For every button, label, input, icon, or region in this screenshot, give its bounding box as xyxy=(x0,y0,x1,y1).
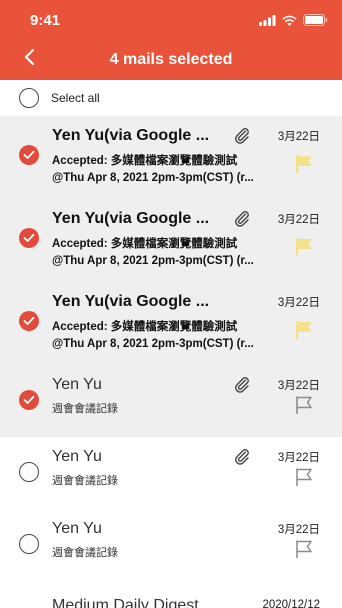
mail-item[interactable]: Yen Yu 3月22日 週會會議記錄 xyxy=(0,365,342,437)
mail-date: 3月22日 xyxy=(277,131,320,143)
mail-subject: Accepted: 多媒體檔案瀏覽體驗測試 xyxy=(52,155,238,167)
mail-item[interactable]: Yen Yu(via Google ... 3月22日 Accepted: 多媒… xyxy=(0,282,342,365)
mail-subject: Accepted: 多媒體檔案瀏覽體驗測試 xyxy=(52,321,238,333)
mail-item[interactable]: Yen Yu 3月22日 週會會議記錄 xyxy=(0,437,342,509)
mail-item[interactable]: Yen Yu(via Google ... 3月22日 Accepted: 多媒… xyxy=(0,199,342,282)
mail-subject: 週會會議記錄 xyxy=(52,475,118,487)
mail-item[interactable]: Medium Daily Digest 2020/12/12 xyxy=(0,581,342,608)
mail-preview: @Thu Apr 8, 2021 2pm-3pm(CST) (r... xyxy=(52,255,254,267)
mail-date: 3月22日 xyxy=(277,297,320,309)
mail-subject: Accepted: 多媒體檔案瀏覽體驗測試 xyxy=(52,238,238,250)
mail-sender: Yen Yu xyxy=(52,520,102,537)
flag-outline-icon[interactable] xyxy=(294,395,314,420)
mail-item[interactable]: Yen Yu 3月22日 週會會議記錄 xyxy=(0,509,342,581)
flag-icon[interactable] xyxy=(294,237,314,262)
wifi-icon xyxy=(282,13,297,31)
signal-icon xyxy=(259,13,276,31)
mail-preview: @Thu Apr 8, 2021 2pm-3pm(CST) (r... xyxy=(52,172,254,184)
mail-sender: Yen Yu(via Google ... xyxy=(52,127,210,144)
mail-sender: Yen Yu(via Google ... xyxy=(52,210,210,227)
status-time: 9:41 xyxy=(30,12,61,29)
mail-sender: Yen Yu(via Google ... xyxy=(52,293,210,310)
mail-list: Yen Yu(via Google ... 3月22日 Accepted: 多媒… xyxy=(0,116,342,608)
mail-checkbox-checked[interactable] xyxy=(19,228,39,248)
flag-icon[interactable] xyxy=(294,154,314,179)
status-icons xyxy=(259,13,328,31)
paperclip-icon xyxy=(233,375,251,398)
mail-checkbox[interactable] xyxy=(19,462,39,482)
mail-subject: 週會會議記錄 xyxy=(52,547,118,559)
select-all-checkbox[interactable] xyxy=(19,88,39,108)
paperclip-icon xyxy=(233,209,251,232)
battery-icon xyxy=(303,13,328,31)
mail-date: 3月22日 xyxy=(277,380,320,392)
mail-checkbox-checked[interactable] xyxy=(19,390,39,410)
mail-subject: 週會會議記錄 xyxy=(52,403,118,415)
select-all-label: Select all xyxy=(51,91,100,105)
mail-sender: Yen Yu xyxy=(52,376,102,393)
flag-outline-icon[interactable] xyxy=(294,539,314,564)
mail-date: 3月22日 xyxy=(277,524,320,536)
mail-sender: Medium Daily Digest xyxy=(52,597,199,608)
select-all-row[interactable]: Select all xyxy=(0,80,342,116)
mail-checkbox-checked[interactable] xyxy=(19,311,39,331)
mail-sender: Yen Yu xyxy=(52,448,102,465)
mail-date: 2020/12/12 xyxy=(262,599,320,608)
paperclip-icon xyxy=(233,126,251,149)
paperclip-icon xyxy=(233,447,251,470)
flag-outline-icon[interactable] xyxy=(294,467,314,492)
mail-item[interactable]: Yen Yu(via Google ... 3月22日 Accepted: 多媒… xyxy=(0,116,342,199)
flag-icon[interactable] xyxy=(294,320,314,345)
mail-preview: @Thu Apr 8, 2021 2pm-3pm(CST) (r... xyxy=(52,338,254,350)
page-title: 4 mails selected xyxy=(109,51,233,68)
mail-date: 3月22日 xyxy=(277,452,320,464)
mail-date: 3月22日 xyxy=(277,214,320,226)
mail-checkbox[interactable] xyxy=(19,534,39,554)
app-header: 9:41 4 mails selected xyxy=(0,0,342,80)
mail-checkbox-checked[interactable] xyxy=(19,145,39,165)
